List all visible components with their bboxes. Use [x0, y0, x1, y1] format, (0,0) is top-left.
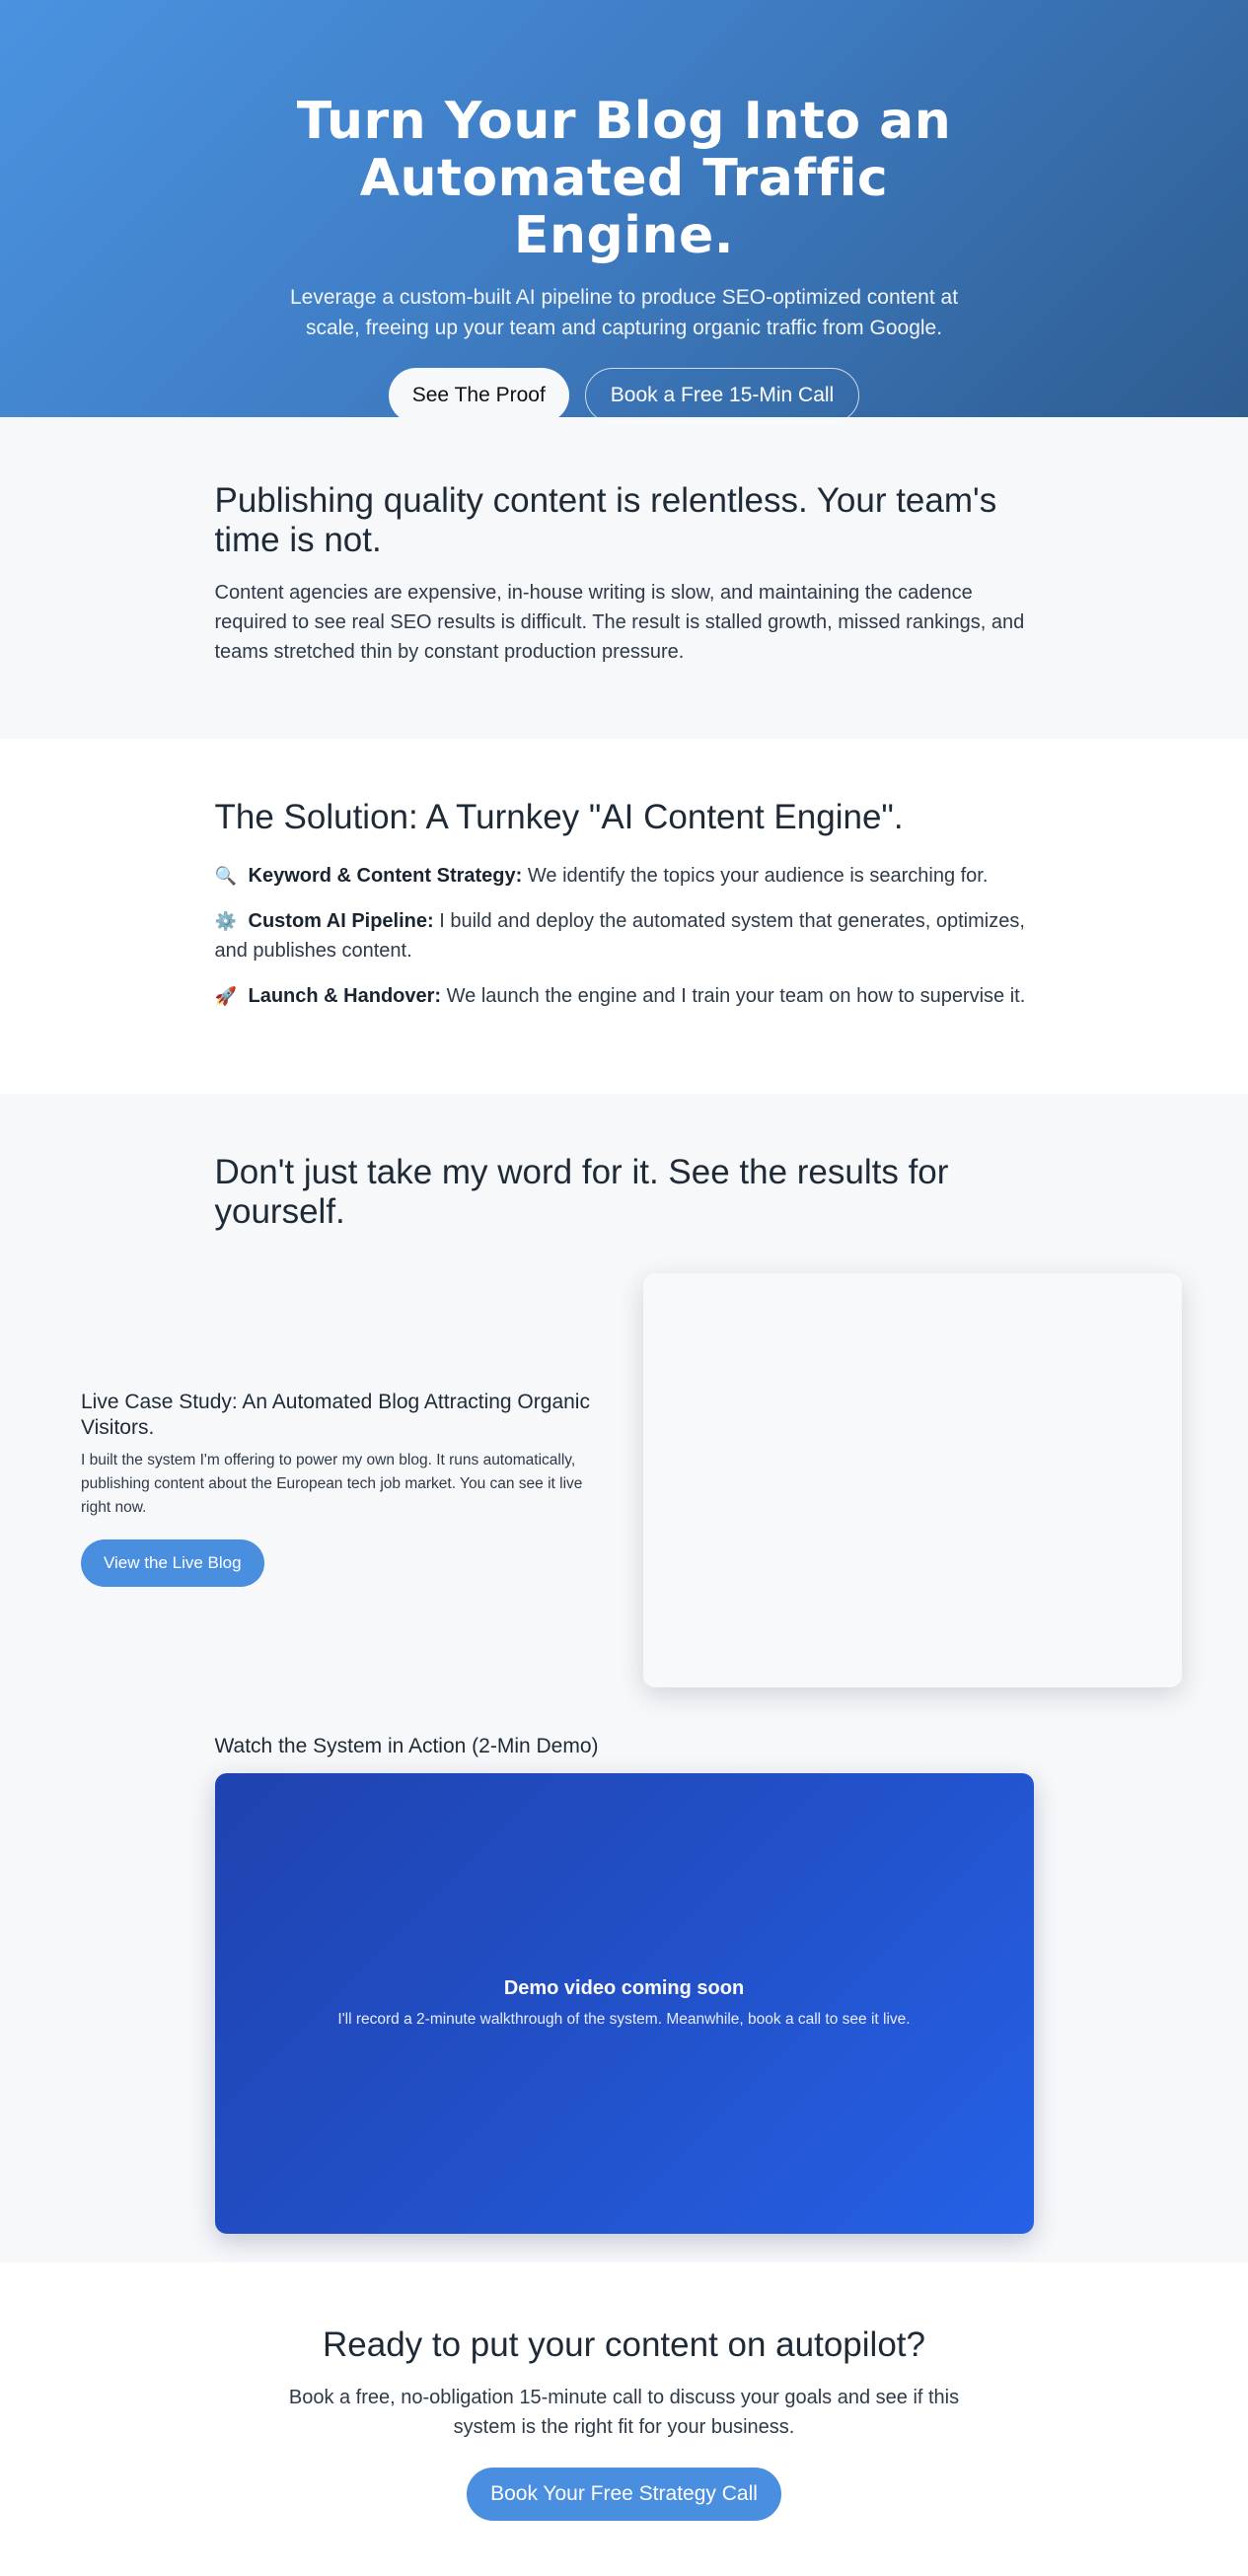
solution-item-title: Keyword & Content Strategy:	[248, 865, 523, 887]
cta-section: Ready to put your content on autopilot? …	[0, 2262, 1248, 2576]
hero-subtitle: Leverage a custom-built AI pipeline to p…	[289, 286, 959, 339]
cta-heading: Ready to put your content on autopilot?	[323, 2326, 925, 2364]
case-study-preview-card	[643, 1273, 1182, 1687]
solution-heading: The Solution: A Turnkey "AI Content Engi…	[214, 798, 904, 836]
see-proof-button[interactable]: See The Proof	[388, 368, 569, 423]
hero-title-line-2: Automated Traffic Engine.	[359, 149, 889, 265]
demo-placeholder-heading: Demo video coming soon	[503, 1977, 745, 1999]
proof-section: Don't just take my word for it. See the …	[0, 1094, 1248, 2262]
solution-item-title: Custom AI Pipeline:	[248, 910, 434, 932]
hero-title: Turn Your Blog Into an Automated Traffic…	[250, 93, 999, 264]
solution-list: 🔍 Keyword & Content Strategy: We identify…	[215, 861, 1034, 1011]
solution-item-text: We launch the engine and I train your te…	[441, 985, 1026, 1007]
view-live-blog-button[interactable]: View the Live Blog	[81, 1539, 264, 1587]
solution-item-pipeline: ⚙️ Custom AI Pipeline: I build and deploy…	[215, 906, 1034, 966]
problem-body: Content agencies are expensive, in-house…	[214, 582, 1025, 663]
case-study-row: Live Case Study: An Automated Blog Attra…	[0, 1273, 1248, 1687]
demo-placeholder-text: I'll record a 2-minute walkthrough of th…	[337, 2011, 911, 2028]
rocket-icon: 🚀	[214, 986, 237, 1006]
case-study-text: Live Case Study: An Automated Blog Attra…	[81, 1390, 614, 1587]
solution-item-title: Launch & Handover:	[248, 985, 442, 1007]
case-study-description: I built the system I'm offering to power…	[81, 1452, 583, 1516]
hero-title-line-1: Turn Your Blog Into an	[296, 92, 952, 151]
problem-section: Publishing quality content is relentless…	[0, 417, 1248, 739]
cta-subtitle: Book a free, no-obligation 15-minute cal…	[288, 2387, 960, 2438]
gear-icon: ⚙️	[214, 911, 237, 931]
magnifier-icon: 🔍	[214, 866, 237, 886]
hero-buttons: See The Proof Book a Free 15-Min Call	[0, 368, 1248, 423]
solution-item-strategy: 🔍 Keyword & Content Strategy: We identify…	[215, 861, 1034, 891]
solution-section: The Solution: A Turnkey "AI Content Engi…	[0, 739, 1248, 1094]
hero-section: Turn Your Blog Into an Automated Traffic…	[0, 0, 1248, 423]
solution-item-text: We identify the topics your audience is …	[522, 865, 989, 887]
book-call-button[interactable]: Book a Free 15-Min Call	[584, 368, 860, 423]
problem-heading: Publishing quality content is relentless…	[214, 481, 997, 559]
proof-heading: Don't just take my word for it. See the …	[214, 1153, 949, 1231]
demo-video-placeholder: Demo video coming soon I'll record a 2-m…	[214, 1773, 1034, 2234]
solution-item-launch: 🚀 Launch & Handover: We launch the engine…	[215, 981, 1034, 1011]
book-strategy-call-button[interactable]: Book Your Free Strategy Call	[467, 2468, 781, 2521]
case-study-title: Live Case Study: An Automated Blog Attra…	[81, 1391, 590, 1439]
demo-title: Watch the System in Action (2-Min Demo)	[214, 1735, 599, 1757]
